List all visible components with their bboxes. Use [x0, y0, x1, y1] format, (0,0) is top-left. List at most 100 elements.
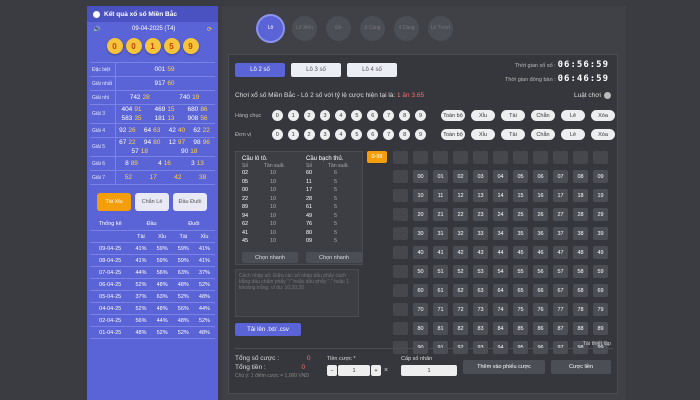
stats-tab[interactable]: Tài Xỉu: [97, 193, 131, 211]
game-tab[interactable]: Lô 2 số: [235, 63, 285, 77]
draw-date[interactable]: 09-04-2025 (T4): [132, 26, 175, 32]
number-cell[interactable]: 05: [513, 170, 528, 183]
quick-select-button[interactable]: Lẻ: [561, 110, 585, 121]
number-cell[interactable]: 35: [513, 227, 528, 240]
digit-button[interactable]: 4: [335, 110, 347, 121]
number-cell[interactable]: 79: [593, 303, 608, 316]
number-cell[interactable]: 67: [553, 284, 568, 297]
list-item[interactable]: 76 5: [306, 220, 364, 229]
digit-button[interactable]: 8: [399, 110, 411, 121]
number-cell[interactable]: 00: [413, 170, 428, 183]
list-item[interactable]: 89 10: [242, 203, 300, 212]
game-type-3[interactable]: 3 Càng: [360, 15, 385, 41]
number-cell[interactable]: 15: [513, 189, 528, 202]
detail-link[interactable]: Tài thiết lập: [583, 341, 611, 347]
number-cell[interactable]: 52: [453, 265, 468, 278]
list-item[interactable]: 45 10: [242, 237, 300, 246]
number-cell[interactable]: 62: [453, 284, 468, 297]
number-cell[interactable]: 13: [473, 189, 488, 202]
digit-button[interactable]: 4: [335, 129, 347, 140]
stats-tab[interactable]: Chẵn Lẻ: [135, 193, 169, 211]
list-item[interactable]: 09 5: [306, 237, 364, 246]
number-cell[interactable]: 70: [413, 303, 428, 316]
list-item[interactable]: 94 10: [242, 212, 300, 221]
digit-button[interactable]: 1: [287, 129, 299, 140]
number-cell[interactable]: 25: [513, 208, 528, 221]
number-cell[interactable]: 75: [513, 303, 528, 316]
number-cell[interactable]: 51: [433, 265, 448, 278]
list-item[interactable]: 11 5: [306, 178, 364, 187]
number-cell[interactable]: 41: [433, 246, 448, 259]
number-cell[interactable]: 89: [593, 322, 608, 335]
number-cell[interactable]: 20: [413, 208, 428, 221]
quick-select-button[interactable]: Xỉu: [471, 110, 495, 121]
number-cell[interactable]: 22: [453, 208, 468, 221]
number-cell[interactable]: 58: [573, 265, 588, 278]
numbers-input[interactable]: [235, 269, 359, 317]
game-type-1[interactable]: Lô Xiên: [292, 15, 317, 41]
quick-select-button[interactable]: Toàn bộ: [441, 110, 465, 121]
game-type-4[interactable]: 4 Càng: [394, 15, 419, 41]
number-cell[interactable]: 34: [493, 227, 508, 240]
digit-button[interactable]: 0: [271, 129, 283, 140]
multiplier-input[interactable]: 1: [401, 365, 457, 376]
number-cell[interactable]: 65: [513, 284, 528, 297]
number-cell[interactable]: 72: [453, 303, 468, 316]
number-cell[interactable]: 45: [513, 246, 528, 259]
number-cell[interactable]: 03: [473, 170, 488, 183]
list-item[interactable]: 60 6: [306, 169, 364, 178]
number-cell[interactable]: 54: [493, 265, 508, 278]
quick-select-button[interactable]: Chẵn: [531, 129, 555, 140]
number-cell[interactable]: 88: [573, 322, 588, 335]
number-cell[interactable]: 10: [413, 189, 428, 202]
number-cell[interactable]: 21: [433, 208, 448, 221]
quick-select-button[interactable]: Xóa: [591, 110, 615, 121]
number-cell[interactable]: 68: [573, 284, 588, 297]
number-cell[interactable]: 31: [433, 227, 448, 240]
number-cell[interactable]: 18: [573, 189, 588, 202]
number-cell[interactable]: 80: [413, 322, 428, 335]
number-cell[interactable]: 87: [553, 322, 568, 335]
number-cell[interactable]: 76: [533, 303, 548, 316]
digit-button[interactable]: 9: [415, 129, 426, 140]
quick-select-button[interactable]: Toàn bộ: [441, 129, 465, 140]
number-cell[interactable]: 85: [513, 322, 528, 335]
number-cell[interactable]: 06: [533, 170, 548, 183]
number-cell[interactable]: 07: [553, 170, 568, 183]
digit-button[interactable]: 5: [351, 129, 363, 140]
number-cell[interactable]: 56: [533, 265, 548, 278]
digit-button[interactable]: 9: [415, 110, 426, 121]
quick-pick-loto[interactable]: Chọn nhanh: [242, 252, 298, 263]
number-cell[interactable]: 48: [573, 246, 588, 259]
game-type-5[interactable]: Lô Trượt: [428, 15, 453, 41]
stake-increment[interactable]: +: [371, 365, 381, 376]
number-cell[interactable]: 55: [513, 265, 528, 278]
list-item[interactable]: 49 5: [306, 212, 364, 221]
number-cell[interactable]: 77: [553, 303, 568, 316]
number-cell[interactable]: 42: [453, 246, 468, 259]
game-tab[interactable]: Lô 3 số: [291, 63, 341, 77]
number-cell[interactable]: 08: [573, 170, 588, 183]
digit-button[interactable]: 0: [271, 110, 283, 121]
number-cell[interactable]: 49: [593, 246, 608, 259]
number-cell[interactable]: 37: [553, 227, 568, 240]
number-cell[interactable]: 39: [593, 227, 608, 240]
upload-button[interactable]: Tải lên .txt/ .csv: [235, 323, 301, 336]
number-cell[interactable]: 83: [473, 322, 488, 335]
number-cell[interactable]: 17: [553, 189, 568, 202]
number-cell[interactable]: 19: [593, 189, 608, 202]
number-cell[interactable]: 73: [473, 303, 488, 316]
quick-select-button[interactable]: Lẻ: [561, 129, 585, 140]
number-cell[interactable]: 11: [433, 189, 448, 202]
number-cell[interactable]: 69: [593, 284, 608, 297]
number-cell[interactable]: 28: [573, 208, 588, 221]
number-cell[interactable]: 50: [413, 265, 428, 278]
quick-pick-bachthu[interactable]: Chọn nhanh: [306, 252, 362, 263]
number-cell[interactable]: 32: [453, 227, 468, 240]
number-cell[interactable]: 46: [533, 246, 548, 259]
number-cell[interactable]: 27: [553, 208, 568, 221]
number-cell[interactable]: 57: [553, 265, 568, 278]
digit-button[interactable]: 6: [367, 129, 379, 140]
number-cell[interactable]: 12: [453, 189, 468, 202]
digit-button[interactable]: 8: [399, 129, 411, 140]
